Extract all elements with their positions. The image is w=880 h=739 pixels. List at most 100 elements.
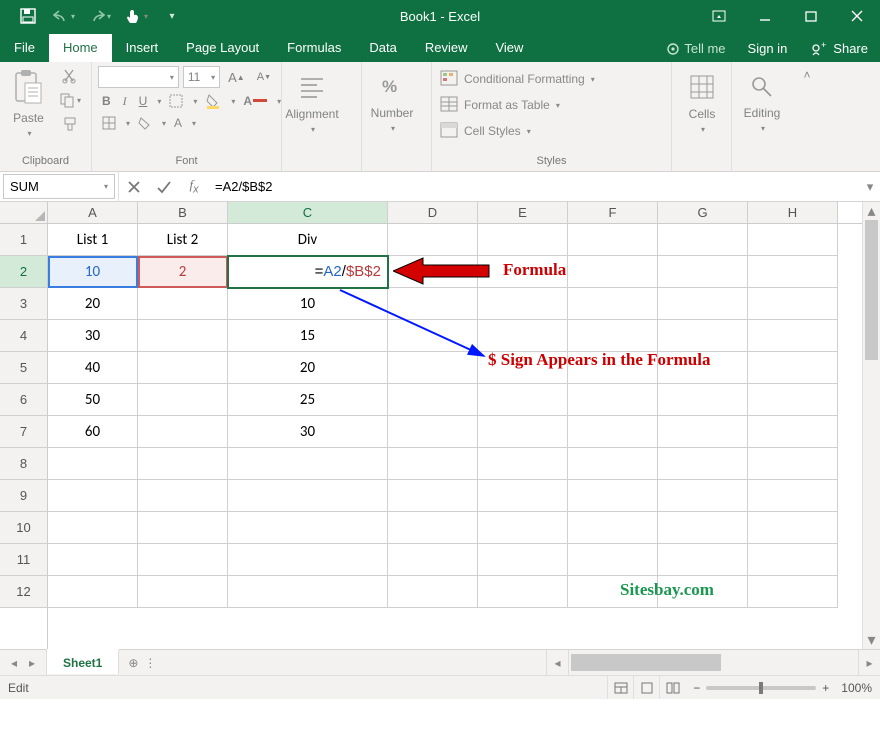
font-color-2[interactable]: A	[170, 114, 186, 132]
zoom-level[interactable]: 100%	[841, 681, 872, 695]
tab-home[interactable]: Home	[49, 34, 112, 62]
tell-me[interactable]: Tell me	[656, 41, 735, 56]
select-all-button[interactable]	[0, 202, 47, 224]
cell-H2[interactable]	[748, 256, 838, 288]
increase-font-button[interactable]: A▲	[224, 68, 249, 87]
cell-A2[interactable]: 10	[48, 256, 138, 288]
cell-A5[interactable]: 40	[48, 352, 138, 384]
row-header-12[interactable]: 12	[0, 576, 47, 608]
horizontal-scroll-thumb[interactable]	[571, 654, 721, 671]
cell-C1[interactable]: Div	[228, 224, 388, 256]
alignment-button[interactable]: Alignment▾	[288, 66, 336, 140]
tab-formulas[interactable]: Formulas	[273, 34, 355, 62]
row-header-10[interactable]: 10	[0, 512, 47, 544]
save-button[interactable]	[12, 0, 44, 32]
cells-button[interactable]: Cells▾	[678, 66, 726, 140]
col-header-a[interactable]: A	[48, 202, 138, 223]
border-button[interactable]	[165, 92, 187, 110]
cell-A3[interactable]: 20	[48, 288, 138, 320]
format-painter-button[interactable]	[55, 114, 85, 134]
accept-formula-button[interactable]	[149, 172, 179, 201]
cell-B3[interactable]	[138, 288, 228, 320]
cell-F1[interactable]	[568, 224, 658, 256]
cell-styles-button[interactable]: Cell Styles▾	[438, 120, 665, 142]
italic-button[interactable]: I	[119, 92, 131, 111]
collapse-ribbon[interactable]: ˄	[796, 62, 818, 171]
row-header-6[interactable]: 6	[0, 384, 47, 416]
borders-button[interactable]	[98, 114, 120, 132]
sheet-nav-next[interactable]: ▸	[24, 656, 40, 670]
sheet-tab-1[interactable]: Sheet1	[47, 649, 119, 674]
col-header-b[interactable]: B	[138, 202, 228, 223]
redo-button[interactable]: ▾	[84, 0, 116, 32]
share-button[interactable]: +Share	[799, 35, 880, 62]
row-header-3[interactable]: 3	[0, 288, 47, 320]
cell-C6[interactable]: 25	[228, 384, 388, 416]
col-header-d[interactable]: D	[388, 202, 478, 223]
scroll-right-button[interactable]: ▸	[858, 650, 880, 675]
decrease-font-button[interactable]: A▼	[253, 69, 275, 85]
cell-A7[interactable]: 60	[48, 416, 138, 448]
cell-C2[interactable]: =A2/$B$2	[228, 256, 388, 288]
cell-D3[interactable]	[388, 288, 478, 320]
insert-function-button[interactable]: fx	[179, 172, 209, 201]
tab-review[interactable]: Review	[411, 34, 482, 62]
tab-insert[interactable]: Insert	[112, 34, 173, 62]
page-break-view-button[interactable]	[659, 676, 685, 699]
cell-G1[interactable]	[658, 224, 748, 256]
row-header-8[interactable]: 8	[0, 448, 47, 480]
ribbon-display-options[interactable]	[696, 0, 742, 32]
close-button[interactable]	[834, 0, 880, 32]
horizontal-scrollbar[interactable]: ◂ ▸	[546, 650, 880, 675]
row-header-2[interactable]: 2	[0, 256, 47, 288]
cell-C4[interactable]: 15	[228, 320, 388, 352]
fill-color-2[interactable]	[134, 114, 156, 132]
vertical-scroll-thumb[interactable]	[865, 220, 878, 360]
number-button[interactable]: % Number▾	[368, 66, 416, 140]
row-header-9[interactable]: 9	[0, 480, 47, 512]
zoom-in-button[interactable]: +	[822, 681, 829, 695]
cell-E1[interactable]	[478, 224, 568, 256]
tab-splitter[interactable]: ⋮	[147, 650, 153, 675]
cell-H1[interactable]	[748, 224, 838, 256]
col-header-e[interactable]: E	[478, 202, 568, 223]
formula-input[interactable]: =A2/$B$2	[209, 172, 860, 201]
conditional-formatting-button[interactable]: Conditional Formatting▾	[438, 68, 665, 90]
vertical-scrollbar[interactable]: ▴ ▾	[862, 202, 880, 649]
cell-A4[interactable]: 30	[48, 320, 138, 352]
col-header-c[interactable]: C	[228, 202, 388, 223]
row-header-7[interactable]: 7	[0, 416, 47, 448]
scroll-down-button[interactable]: ▾	[863, 631, 880, 649]
col-header-g[interactable]: G	[658, 202, 748, 223]
cell-A1[interactable]: List 1	[48, 224, 138, 256]
normal-view-button[interactable]	[607, 676, 633, 699]
cell-D2[interactable]	[388, 256, 478, 288]
paste-button[interactable]: Paste▾	[6, 66, 51, 140]
font-name-selector[interactable]: ▾	[98, 66, 179, 88]
sign-in[interactable]: Sign in	[736, 35, 800, 62]
cancel-formula-button[interactable]	[119, 172, 149, 201]
cell-C5[interactable]: 20	[228, 352, 388, 384]
bold-button[interactable]: B	[98, 92, 115, 110]
cut-button[interactable]	[55, 66, 85, 86]
tab-view[interactable]: View	[481, 34, 537, 62]
cell-C3[interactable]: 10	[228, 288, 388, 320]
expand-formula-bar[interactable]: ▾	[860, 179, 880, 195]
name-box[interactable]: SUM▾	[3, 174, 115, 199]
col-header-h[interactable]: H	[748, 202, 838, 223]
cell-A6[interactable]: 50	[48, 384, 138, 416]
maximize-button[interactable]	[788, 0, 834, 32]
page-layout-view-button[interactable]	[633, 676, 659, 699]
editing-button[interactable]: Editing▾	[738, 66, 786, 140]
new-sheet-button[interactable]: ⊕	[119, 650, 147, 675]
cell-B1[interactable]: List 2	[138, 224, 228, 256]
zoom-slider[interactable]	[706, 686, 816, 690]
cell-E2[interactable]	[478, 256, 568, 288]
underline-button[interactable]: U	[135, 92, 152, 110]
row-header-4[interactable]: 4	[0, 320, 47, 352]
scroll-up-button[interactable]: ▴	[863, 202, 880, 220]
fill-color-button[interactable]	[201, 91, 225, 111]
font-color-button[interactable]: A	[239, 92, 271, 110]
row-header-11[interactable]: 11	[0, 544, 47, 576]
tab-file[interactable]: File	[0, 34, 49, 62]
